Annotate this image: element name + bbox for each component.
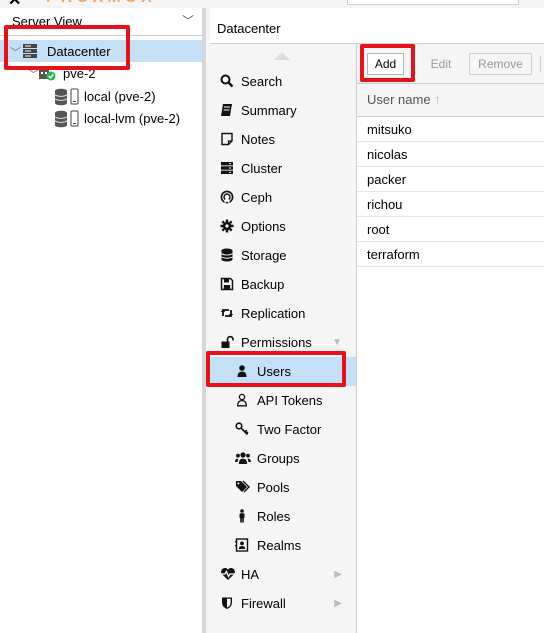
- server-icon: [220, 161, 234, 175]
- nav-item-label: Roles: [257, 509, 291, 524]
- table-row[interactable]: root: [357, 217, 544, 242]
- nav-item-label: Options: [241, 219, 286, 234]
- nav-item-label: Two Factor: [257, 422, 322, 437]
- resource-tree-panel: Server View ﹀ ﹀ Datacenter ﹀ pve-2 local…: [0, 8, 206, 633]
- key-icon: [235, 422, 249, 436]
- toolbar-separator: [540, 56, 541, 72]
- nav-item-label: Groups: [257, 451, 300, 466]
- nav-item-label: Ceph: [241, 190, 273, 205]
- sort-ascending-icon[interactable]: ↑: [434, 91, 441, 107]
- nav-item-label: Realms: [257, 538, 302, 553]
- nav-item-label: Backup: [241, 277, 285, 292]
- tree-item-storage-local[interactable]: local (pve-2): [0, 85, 202, 107]
- nav-item-options[interactable]: Options: [210, 212, 356, 241]
- proxmox-window: ✕PROXMOX Server View ﹀ ﹀: [0, 0, 544, 633]
- address-book-icon: [235, 538, 249, 552]
- tags-icon: [235, 480, 250, 494]
- scroll-up-icon[interactable]: [274, 52, 290, 60]
- nav-item-roles[interactable]: Roles: [210, 502, 356, 531]
- nav-item-storage[interactable]: Storage: [210, 241, 356, 270]
- nav-item-two-factor[interactable]: Two Factor: [210, 415, 356, 444]
- nav-item-label: Notes: [241, 132, 275, 147]
- nav-item-label: Firewall: [241, 596, 286, 611]
- username-cell: nicolas: [367, 147, 408, 162]
- username-cell: terraform: [367, 247, 420, 262]
- database-icon: [220, 248, 234, 262]
- highlight-users: [206, 351, 346, 387]
- tree-item-label: local-lvm (pve-2): [84, 111, 181, 126]
- nav-item-label: Storage: [241, 248, 287, 263]
- nav-item-label: Search: [241, 74, 283, 89]
- table-row[interactable]: terraform: [357, 242, 544, 267]
- nav-item-label: HA: [241, 567, 260, 582]
- product-logo: ✕PROXMOX: [6, 0, 176, 6]
- config-nav: Search Summary Notes Cluster Ceph Option…: [210, 44, 357, 633]
- nav-item-label: Pools: [257, 480, 290, 495]
- column-header-username[interactable]: User name ↑: [357, 84, 544, 117]
- note-icon: [220, 132, 234, 146]
- ceph-icon: [220, 190, 234, 204]
- nav-item-groups[interactable]: Groups: [210, 444, 356, 473]
- nav-item-cluster[interactable]: Cluster: [210, 154, 356, 183]
- edit-button[interactable]: Edit: [420, 53, 462, 75]
- nav-item-realms[interactable]: Realms: [210, 531, 356, 560]
- expand-down-icon[interactable]: ▼: [332, 337, 342, 348]
- username-cell: richou: [367, 197, 403, 212]
- search-icon: [220, 74, 234, 88]
- nav-item-label: Cluster: [241, 161, 283, 176]
- nav-item-search[interactable]: Search: [210, 67, 356, 96]
- nav-item-ha[interactable]: HA ▶: [210, 560, 356, 589]
- page-title: Datacenter: [217, 21, 281, 36]
- nav-item-notes[interactable]: Notes: [210, 125, 356, 154]
- floppy-icon: [220, 277, 234, 291]
- top-search-input[interactable]: [347, 0, 519, 5]
- table-row[interactable]: nicolas: [357, 142, 544, 167]
- tree-item-storage-local-lvm[interactable]: local-lvm (pve-2): [0, 107, 202, 129]
- retweet-icon: [220, 306, 234, 320]
- nav-item-firewall[interactable]: Firewall ▶: [210, 589, 356, 618]
- table-row[interactable]: richou: [357, 192, 544, 217]
- gear-icon: [220, 219, 234, 233]
- username-cell: packer: [367, 172, 407, 187]
- table-row[interactable]: mitsuko: [357, 117, 544, 142]
- username-cell: root: [367, 222, 390, 237]
- nav-item-api-tokens[interactable]: API Tokens: [210, 386, 356, 415]
- highlight-datacenter: [4, 25, 130, 70]
- nav-item-replication[interactable]: Replication: [210, 299, 356, 328]
- book-icon: [220, 103, 234, 117]
- heartbeat-icon: [220, 567, 235, 581]
- expand-right-icon[interactable]: ▶: [334, 598, 342, 609]
- top-header: ✕PROXMOX: [0, 0, 544, 6]
- column-header-label: User name: [367, 92, 431, 107]
- shield-icon: [220, 596, 234, 610]
- nav-item-label: Replication: [241, 306, 306, 321]
- nav-item-label: API Tokens: [257, 393, 323, 408]
- nav-item-label: Summary: [241, 103, 297, 118]
- nav-item-summary[interactable]: Summary: [210, 96, 356, 125]
- storage-icon: [54, 88, 80, 106]
- male-icon: [235, 509, 249, 523]
- tree-item-label: local (pve-2): [84, 89, 156, 104]
- nav-item-label: Permissions: [241, 335, 312, 350]
- highlight-add-button: [360, 44, 415, 82]
- storage-icon: [54, 110, 80, 128]
- content-titlebar: Datacenter: [210, 8, 544, 44]
- nav-item-pools[interactable]: Pools: [210, 473, 356, 502]
- nav-item-backup[interactable]: Backup: [210, 270, 356, 299]
- remove-button[interactable]: Remove: [469, 53, 532, 75]
- users-icon: [235, 451, 251, 465]
- username-cell: mitsuko: [367, 122, 412, 137]
- expand-right-icon[interactable]: ▶: [334, 569, 342, 580]
- chevron-down-icon[interactable]: ﹀: [182, 12, 194, 29]
- unlock-icon: [220, 335, 234, 349]
- nav-item-ceph[interactable]: Ceph: [210, 183, 356, 212]
- table-row[interactable]: packer: [357, 167, 544, 192]
- users-panel: Add Edit Remove User name ↑ mitsuko nico…: [357, 44, 544, 633]
- user-outline-icon: [235, 393, 249, 407]
